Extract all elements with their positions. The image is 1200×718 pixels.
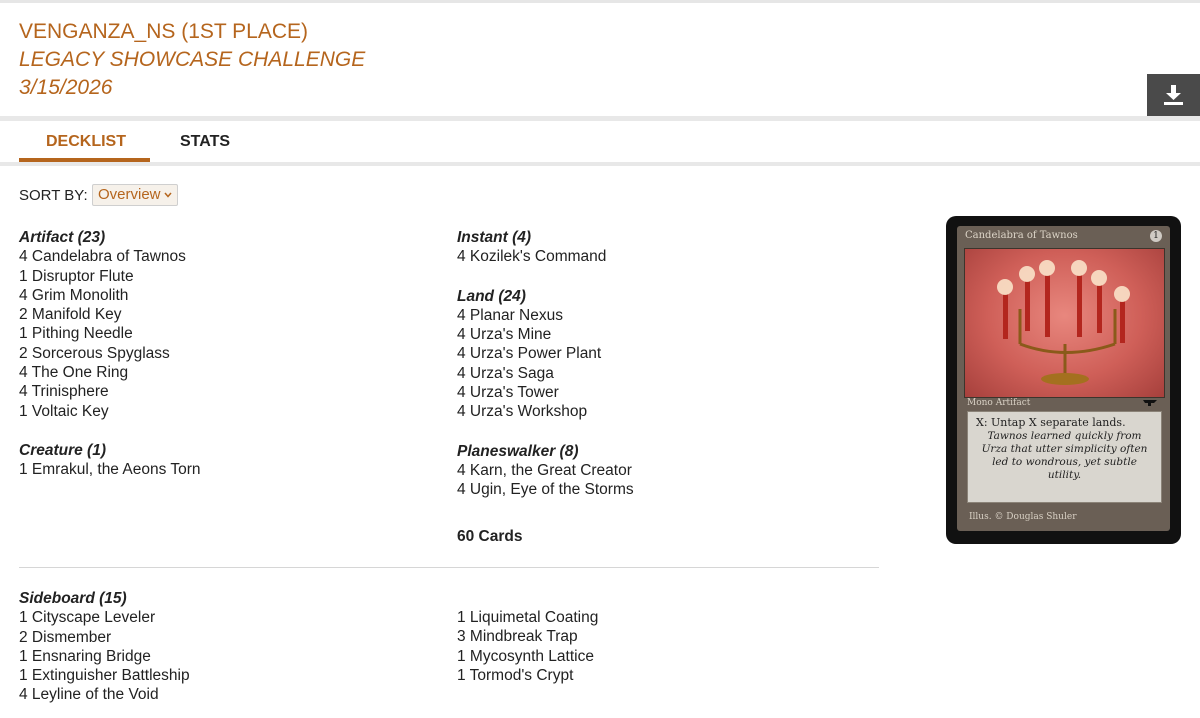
chevron-down-icon (164, 192, 172, 198)
card-line[interactable]: 2 Dismember (19, 628, 419, 647)
card-line[interactable]: 4 Leyline of the Void (19, 685, 419, 704)
download-icon (1164, 85, 1183, 105)
main-deck-right-column: Instant (4) 4 Kozilek's Command Land (24… (457, 228, 857, 546)
card-mana-cost: 1 (1150, 230, 1162, 242)
sideboard-divider (19, 567, 879, 568)
card-textbox: X: Untap X separate lands. Tawnos learne… (967, 411, 1162, 503)
download-button[interactable] (1147, 74, 1200, 116)
tabs-separator (0, 162, 1200, 166)
card-line[interactable]: 2 Sorcerous Spyglass (19, 344, 419, 363)
candelabra-illustration (997, 260, 1130, 385)
card-rules-text: X: Untap X separate lands. (976, 416, 1126, 429)
section-artifact: Artifact (23) 4 Candelabra of Tawnos 1 D… (19, 228, 419, 421)
tab-stats[interactable]: STATS (180, 133, 230, 151)
card-line[interactable]: 4 Kozilek's Command (457, 247, 857, 266)
card-line[interactable]: 4 Ugin, Eye of the Storms (457, 480, 857, 499)
card-preview-image: Candelabra of Tawnos 1 Mono Artifact X: … (946, 216, 1181, 544)
section-instant: Instant (4) 4 Kozilek's Command (457, 228, 857, 267)
event-title: LEGACY SHOWCASE CHALLENGE (19, 48, 366, 71)
section-creature: Creature (1) 1 Emrakul, the Aeons Torn (19, 441, 419, 480)
section-heading: Land (24) (457, 287, 526, 305)
sort-selected-value: Overview (98, 186, 161, 203)
card-line[interactable]: 1 Mycosynth Lattice (457, 647, 857, 666)
card-line[interactable]: 1 Disruptor Flute (19, 267, 419, 286)
sideboard-heading: Sideboard (15) (19, 590, 127, 607)
card-line[interactable]: 4 Karn, the Great Creator (457, 461, 857, 480)
section-heading: Artifact (23) (19, 229, 106, 246)
section-heading: Creature (1) (19, 441, 106, 459)
section-heading: Instant (4) (457, 229, 532, 246)
card-line[interactable]: 4 Urza's Workshop (457, 402, 857, 421)
card-line[interactable]: 4 Urza's Power Plant (457, 344, 857, 363)
card-line[interactable]: 4 Trinisphere (19, 382, 419, 401)
card-artwork (964, 248, 1165, 398)
header-separator (0, 116, 1200, 121)
card-line[interactable]: 1 Ensnaring Bridge (19, 647, 419, 666)
sideboard-left-column: Sideboard (15) 1 Cityscape Leveler 2 Dis… (19, 589, 419, 705)
section-land: Land (24) 4 Planar Nexus 4 Urza's Mine 4… (457, 287, 857, 422)
sideboard-right-column: 1 Liquimetal Coating 3 Mindbreak Trap 1 … (457, 608, 857, 685)
card-type-line: Mono Artifact (967, 398, 1031, 408)
card-illustrator: Illus. © Douglas Shuler (969, 512, 1077, 522)
card-line[interactable]: 1 Cityscape Leveler (19, 608, 419, 627)
set-symbol-icon (1143, 400, 1157, 406)
player-title: VENGANZA_NS (1ST PLACE) (19, 20, 309, 43)
card-line[interactable]: 3 Mindbreak Trap (457, 627, 857, 646)
event-date: 3/15/2026 (19, 76, 113, 99)
section-heading: Planeswalker (8) (457, 442, 579, 460)
card-line[interactable]: 4 Planar Nexus (457, 306, 857, 325)
card-line[interactable]: 1 Voltaic Key (19, 402, 419, 421)
card-line[interactable]: 4 Urza's Tower (457, 383, 857, 402)
card-line[interactable]: 4 Grim Monolith (19, 286, 419, 305)
card-line[interactable]: 1 Pithing Needle (19, 324, 419, 343)
card-line[interactable]: 1 Extinguisher Battleship (19, 666, 419, 685)
card-line[interactable]: 1 Liquimetal Coating (457, 608, 857, 627)
card-frame: Candelabra of Tawnos 1 Mono Artifact X: … (957, 226, 1170, 531)
sort-select[interactable]: Overview (92, 184, 178, 206)
card-name: Candelabra of Tawnos (965, 230, 1078, 241)
top-border (0, 0, 1200, 3)
card-line[interactable]: 4 Candelabra of Tawnos (19, 247, 419, 266)
card-line[interactable]: 2 Manifold Key (19, 305, 419, 324)
main-deck-left-column: Artifact (23) 4 Candelabra of Tawnos 1 D… (19, 228, 419, 480)
section-planeswalker: Planeswalker (8) 4 Karn, the Great Creat… (457, 442, 857, 500)
card-line[interactable]: 1 Tormod's Crypt (457, 666, 857, 685)
card-line[interactable]: 4 Urza's Saga (457, 364, 857, 383)
card-line[interactable]: 1 Emrakul, the Aeons Torn (19, 460, 419, 479)
sort-label: SORT BY: (19, 187, 88, 204)
card-flavor-text: Tawnos learned quickly from Urza that ut… (981, 430, 1148, 481)
total-card-count: 60 Cards (457, 527, 523, 545)
card-line[interactable]: 4 Urza's Mine (457, 325, 857, 344)
tab-decklist[interactable]: DECKLIST (46, 133, 126, 151)
card-line[interactable]: 4 The One Ring (19, 363, 419, 382)
